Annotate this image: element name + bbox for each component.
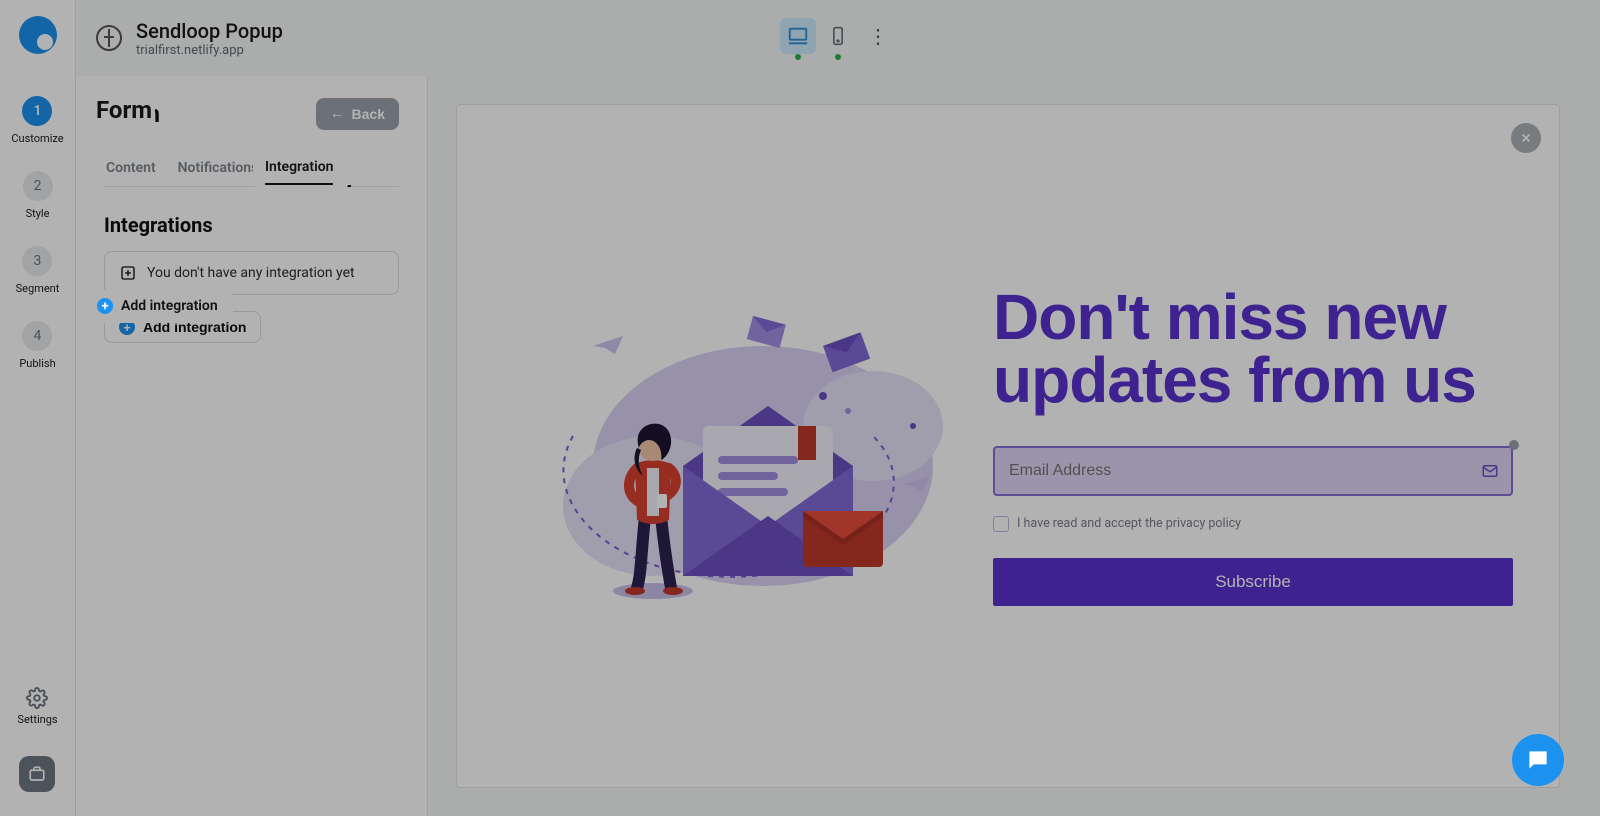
add-integration-label: Add integration	[121, 298, 218, 314]
back-button[interactable]: ← Back	[316, 98, 399, 130]
add-integration-highlighted[interactable]: + Add integration	[97, 298, 218, 314]
step-publish[interactable]: 4 Publish	[19, 321, 55, 370]
back-label: Back	[352, 106, 385, 122]
integrations-empty-state: You don't have any integration yet	[104, 251, 399, 295]
app-logo[interactable]	[19, 16, 57, 54]
settings-button[interactable]: Settings	[17, 687, 57, 726]
desktop-icon	[787, 25, 809, 47]
tab-notifications[interactable]: Notifications	[176, 154, 261, 186]
globe-icon	[96, 25, 122, 51]
chat-widget-button[interactable]	[1512, 734, 1564, 786]
field-handle[interactable]	[1509, 440, 1519, 450]
arrow-left-icon: ←	[330, 105, 346, 123]
sparkle-icon	[119, 264, 137, 282]
device-desktop-button[interactable]	[780, 18, 816, 54]
gear-icon	[26, 687, 48, 709]
step-label: Segment	[16, 282, 60, 295]
workspace-button[interactable]	[19, 756, 55, 792]
close-icon	[1519, 131, 1533, 145]
step-label: Style	[26, 207, 50, 220]
privacy-checkbox[interactable]	[993, 516, 1009, 532]
integrations-heading: Integrations	[104, 213, 399, 237]
popup-close-button[interactable]	[1511, 123, 1541, 153]
step-number: 1	[22, 96, 52, 126]
device-mobile-button[interactable]	[820, 18, 856, 54]
popup-content: Don't miss new updates from us I have re…	[993, 286, 1513, 605]
more-menu-button[interactable]: ⋮	[860, 18, 896, 54]
left-rail: 1 Customize 2 Style 3 Segment 4 Publish …	[0, 0, 76, 816]
panel-title-highlighted: Form	[96, 96, 152, 124]
popup-heading[interactable]: Don't miss new updates from us	[993, 286, 1513, 411]
subscribe-button[interactable]: Subscribe	[993, 558, 1513, 606]
briefcase-icon	[28, 765, 46, 783]
form-side-panel: Form ← Back Content Notifications Integr…	[76, 76, 428, 816]
step-number: 2	[23, 171, 53, 201]
device-switch: ⋮	[780, 18, 896, 54]
step-customize[interactable]: 1 Customize	[11, 96, 63, 145]
popup-name: Sendloop Popup	[136, 19, 283, 43]
privacy-text[interactable]: I have read and accept the privacy polic…	[1017, 516, 1241, 531]
popup-illustration	[503, 276, 973, 616]
step-number: 3	[22, 246, 52, 276]
step-label: Publish	[19, 357, 55, 370]
plus-icon: +	[97, 298, 113, 314]
mail-icon	[1481, 462, 1499, 480]
settings-label: Settings	[17, 713, 57, 726]
mobile-icon	[828, 26, 848, 46]
step-label: Customize	[11, 132, 63, 145]
preview-canvas: Don't miss new updates from us I have re…	[428, 76, 1600, 816]
integrations-empty-text: You don't have any integration yet	[147, 265, 355, 281]
privacy-row: I have read and accept the privacy polic…	[993, 516, 1513, 532]
status-dot	[835, 54, 841, 60]
panel-tabs: Content Notifications Integration	[104, 154, 399, 187]
email-input[interactable]	[993, 446, 1513, 496]
popup-preview: Don't miss new updates from us I have re…	[456, 104, 1560, 788]
tab-integration-highlighted[interactable]: Integration	[265, 159, 333, 185]
tab-content[interactable]: Content	[104, 154, 158, 186]
status-dot	[795, 54, 801, 60]
step-style[interactable]: 2 Style	[23, 171, 53, 220]
chat-icon	[1525, 747, 1551, 773]
step-number: 4	[22, 321, 52, 351]
popup-domain: trialfirst.netlify.app	[136, 43, 283, 58]
email-field-wrap	[993, 446, 1513, 496]
step-segment[interactable]: 3 Segment	[16, 246, 60, 295]
